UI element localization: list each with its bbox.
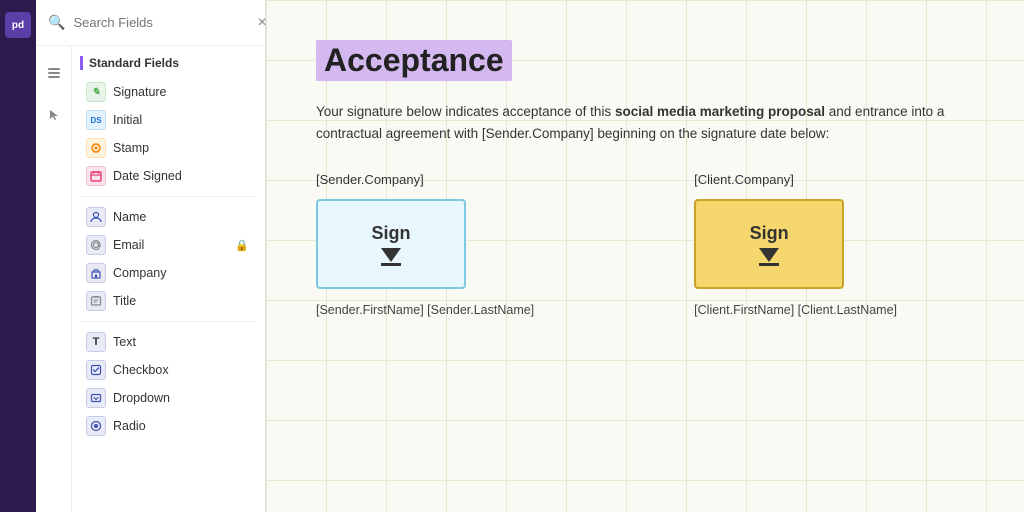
sidebar-fields-panel: Standard Fields ✎ Signature DS Initial S… (72, 46, 265, 512)
main-content: Acceptance Your signature below indicate… (266, 0, 1024, 512)
signature-icon: ✎ (86, 82, 106, 102)
section-title: Standard Fields (80, 56, 255, 70)
field-label-email: Email (113, 238, 144, 252)
radio-icon (86, 416, 106, 436)
sidebar: 🔍 × Standard Fields (36, 0, 266, 512)
divider-2 (80, 321, 255, 322)
search-input[interactable] (73, 15, 249, 30)
sender-sign-arrow (381, 248, 401, 266)
arrow-down-icon (381, 248, 401, 262)
document-body: Your signature below indicates acceptanc… (316, 101, 974, 144)
text-icon: T (86, 332, 106, 352)
sender-company-label: [Sender.Company] (316, 172, 534, 187)
sidebar-icon-cursor[interactable] (41, 102, 67, 128)
field-item-radio[interactable]: Radio (80, 412, 255, 440)
sidebar-icon-layers[interactable] (41, 60, 67, 86)
sidebar-content: Standard Fields ✎ Signature DS Initial S… (36, 46, 265, 512)
field-item-signature[interactable]: ✎ Signature (80, 78, 255, 106)
search-icon: 🔍 (48, 14, 65, 31)
initial-icon: DS (86, 110, 106, 130)
signature-row: [Sender.Company] Sign [Sender.FirstName]… (316, 172, 974, 317)
checkbox-icon (86, 360, 106, 380)
field-label-date-signed: Date Signed (113, 169, 182, 183)
title-icon (86, 291, 106, 311)
company-icon (86, 263, 106, 283)
lock-icon: 🔒 (235, 239, 249, 252)
field-item-name[interactable]: Name (80, 203, 255, 231)
sidebar-left-icons (36, 46, 72, 512)
field-item-text[interactable]: T Text (80, 328, 255, 356)
body-text-bold: social media marketing proposal (615, 104, 825, 119)
field-label-radio: Radio (113, 419, 146, 433)
client-sign-text: Sign (750, 223, 789, 244)
client-sign-box[interactable]: Sign (694, 199, 844, 289)
client-arrow-base (759, 263, 779, 266)
document-title: Acceptance (316, 40, 512, 81)
field-item-checkbox[interactable]: Checkbox (80, 356, 255, 384)
field-item-stamp[interactable]: Stamp (80, 134, 255, 162)
field-label-title: Title (113, 294, 136, 308)
field-item-initial[interactable]: DS Initial (80, 106, 255, 134)
app-bar: pd (0, 0, 36, 512)
app-logo: pd (5, 12, 31, 38)
name-icon (86, 207, 106, 227)
sender-sign-text: Sign (372, 223, 411, 244)
sender-name-label: [Sender.FirstName] [Sender.LastName] (316, 303, 534, 317)
dropdown-icon (86, 388, 106, 408)
field-item-date-signed[interactable]: Date Signed (80, 162, 255, 190)
client-name-label: [Client.FirstName] [Client.LastName] (694, 303, 897, 317)
field-item-email[interactable]: Email 🔒 (80, 231, 255, 259)
body-text-start: Your signature below indicates acceptanc… (316, 104, 615, 119)
sender-sign-box[interactable]: Sign (316, 199, 466, 289)
client-company-label: [Client.Company] (694, 172, 897, 187)
sender-sig-column: [Sender.Company] Sign [Sender.FirstName]… (316, 172, 534, 317)
divider-1 (80, 196, 255, 197)
field-item-company[interactable]: Company (80, 259, 255, 287)
field-label-signature: Signature (113, 85, 167, 99)
document-area: Acceptance Your signature below indicate… (266, 0, 1024, 365)
field-label-stamp: Stamp (113, 141, 149, 155)
client-sig-column: [Client.Company] Sign [Client.FirstName]… (694, 172, 897, 317)
field-label-company: Company (113, 266, 167, 280)
client-arrow-down-icon (759, 248, 779, 262)
email-icon (86, 235, 106, 255)
sidebar-search-bar: 🔍 × (36, 0, 265, 46)
field-label-initial: Initial (113, 113, 142, 127)
field-item-dropdown[interactable]: Dropdown (80, 384, 255, 412)
client-sign-arrow (759, 248, 779, 266)
stamp-icon (86, 138, 106, 158)
field-label-text: Text (113, 335, 136, 349)
field-item-title[interactable]: Title (80, 287, 255, 315)
date-signed-icon (86, 166, 106, 186)
field-label-name: Name (113, 210, 146, 224)
field-label-checkbox: Checkbox (113, 363, 169, 377)
field-label-dropdown: Dropdown (113, 391, 170, 405)
arrow-base (381, 263, 401, 266)
